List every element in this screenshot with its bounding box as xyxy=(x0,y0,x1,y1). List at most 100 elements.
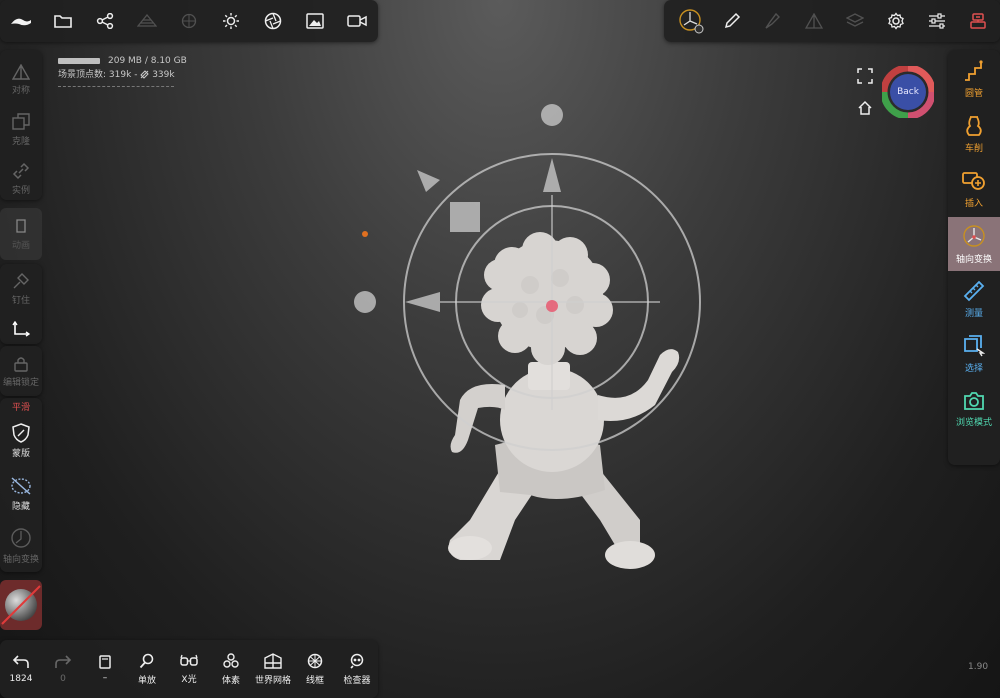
glasses-icon xyxy=(180,654,198,666)
right-tool-sidebar: 圆管 车削 插入 轴向变换 测量 选择 浏览模式 xyxy=(948,50,1000,465)
axial-transform-label: 轴向变换 xyxy=(955,254,992,265)
settings-button[interactable] xyxy=(875,0,916,42)
smooth-tool[interactable]: 平滑 xyxy=(0,398,42,414)
shield-icon xyxy=(12,423,30,443)
ruler-icon xyxy=(963,280,985,301)
lighting-button[interactable] xyxy=(210,0,252,42)
gizmo-left-sphere[interactable] xyxy=(354,291,376,313)
robot-icon xyxy=(969,13,986,29)
mask-tool[interactable]: 蒙版 xyxy=(0,418,42,464)
sphere-button[interactable] xyxy=(168,0,210,42)
inspector-button[interactable]: 检查器 xyxy=(336,640,378,698)
gizmo-center[interactable] xyxy=(546,300,558,312)
redo-icon xyxy=(55,655,72,668)
wireframe-button[interactable]: 线框 xyxy=(294,640,336,698)
clone-tool[interactable]: 克隆 xyxy=(0,106,42,154)
fullscreen-icon xyxy=(857,68,873,84)
scene-graph-button[interactable] xyxy=(84,0,126,42)
select-tool[interactable]: 选择 xyxy=(948,327,1000,381)
tube-icon xyxy=(965,59,983,81)
gear-icon xyxy=(887,12,904,30)
material-swatch[interactable] xyxy=(0,580,42,630)
axial-transform-icon xyxy=(963,224,985,247)
wireframe-label: 线框 xyxy=(305,675,324,686)
browse-mode-tool[interactable]: 浏览模式 xyxy=(948,382,1000,436)
link-icon xyxy=(140,70,150,79)
undo-button[interactable]: 1824 xyxy=(0,640,42,698)
gizmo-rotate-handle[interactable] xyxy=(417,170,440,192)
symmetry-label: 对称 xyxy=(11,86,30,96)
axial-transform-left-tool[interactable]: 轴向变换 xyxy=(0,522,42,570)
back-face-label[interactable]: Back xyxy=(890,74,926,110)
character-tool-button[interactable] xyxy=(957,0,998,42)
axial-transform-tool[interactable]: 轴向变换 xyxy=(948,217,1000,271)
hide-tool[interactable]: 隐藏 xyxy=(0,470,42,518)
camera-icon xyxy=(964,391,984,410)
insert-tool[interactable]: 插入 xyxy=(948,162,1000,216)
primitives-button[interactable] xyxy=(126,0,168,42)
vertex-count-separator: - xyxy=(134,70,138,80)
camera-record-button[interactable] xyxy=(336,0,378,42)
xray-button[interactable]: X光 xyxy=(168,640,210,698)
gizmo-tool-button[interactable] xyxy=(670,0,711,42)
history-button[interactable]: – xyxy=(84,640,126,698)
left-sidebar-lock: 编辑锁定 xyxy=(0,346,42,396)
instance-tool[interactable]: 实例 xyxy=(0,156,42,202)
pin-tool[interactable]: 钉住 xyxy=(0,268,42,310)
solo-label: 单放 xyxy=(137,675,156,686)
edit-lock-label: 编辑锁定 xyxy=(2,378,39,388)
gizmo-y-arrow[interactable] xyxy=(543,158,561,192)
symmetry-tool[interactable]: 对称 xyxy=(0,56,42,104)
adjustments-button[interactable] xyxy=(916,0,957,42)
lathe-tool[interactable]: 车削 xyxy=(948,107,1000,161)
solo-button[interactable]: 单放 xyxy=(126,640,168,698)
undo-icon xyxy=(12,655,29,668)
symmetry-icon xyxy=(12,64,30,80)
background-image-button[interactable] xyxy=(294,0,336,42)
pin-label: 钉住 xyxy=(11,296,30,306)
world-grid-button[interactable]: 世界网格 xyxy=(252,640,294,698)
pivot-marker xyxy=(362,231,368,237)
gizmo-top-sphere[interactable] xyxy=(541,104,563,126)
pen-icon xyxy=(764,12,780,29)
voxel-icon xyxy=(223,652,239,668)
insert-icon xyxy=(962,171,985,190)
grid-icon xyxy=(264,652,282,669)
redo-button[interactable]: 0 xyxy=(42,640,84,698)
left-sidebar-top: 对称 克隆 实例 xyxy=(0,50,42,200)
undo-count: 1824 xyxy=(9,674,33,684)
smooth-label: 平滑 xyxy=(11,402,30,413)
sculpt-tool-button[interactable] xyxy=(752,0,793,42)
gizmo-tool-icon xyxy=(678,9,703,34)
inspector-label: 检查器 xyxy=(343,675,371,686)
home-view-button[interactable] xyxy=(857,100,873,120)
top-left-toolbar xyxy=(0,0,378,42)
sliders-icon xyxy=(928,13,945,29)
gizmo-x-arrow[interactable] xyxy=(405,292,440,312)
material-button[interactable] xyxy=(252,0,294,42)
edit-lock-tool[interactable]: 编辑锁定 xyxy=(0,350,42,394)
app-logo-button[interactable] xyxy=(0,0,42,42)
animation-tool[interactable]: 动画 xyxy=(0,208,42,260)
paint-tool-button[interactable] xyxy=(711,0,752,42)
gizmo-plane-handle[interactable] xyxy=(450,202,480,232)
topology-button[interactable] xyxy=(793,0,834,42)
magnifier-icon xyxy=(139,653,154,668)
vertex-count-value: 319k xyxy=(108,70,132,80)
voxel-button[interactable]: 体素 xyxy=(210,640,252,698)
tube-tool[interactable]: 圆管 xyxy=(948,52,1000,106)
lathe-icon xyxy=(966,115,982,136)
layers-button[interactable] xyxy=(834,0,875,42)
open-folder-button[interactable] xyxy=(42,0,84,42)
sculpt-model[interactable] xyxy=(448,232,680,569)
fullscreen-button[interactable] xyxy=(857,68,873,88)
folder-icon xyxy=(54,15,72,28)
view-orientation-gizmo[interactable]: Back xyxy=(882,66,934,118)
measure-tool-label: 测量 xyxy=(964,308,983,319)
animation-icon xyxy=(16,219,26,233)
measure-tool[interactable]: 测量 xyxy=(948,272,1000,326)
bottom-toolbar: 1824 0 – 单放 X光 体素 世界网格 线框 检查器 xyxy=(0,640,378,698)
viewport-scene[interactable] xyxy=(330,90,750,590)
axis-tool[interactable] xyxy=(0,316,42,342)
image-icon xyxy=(306,13,324,29)
